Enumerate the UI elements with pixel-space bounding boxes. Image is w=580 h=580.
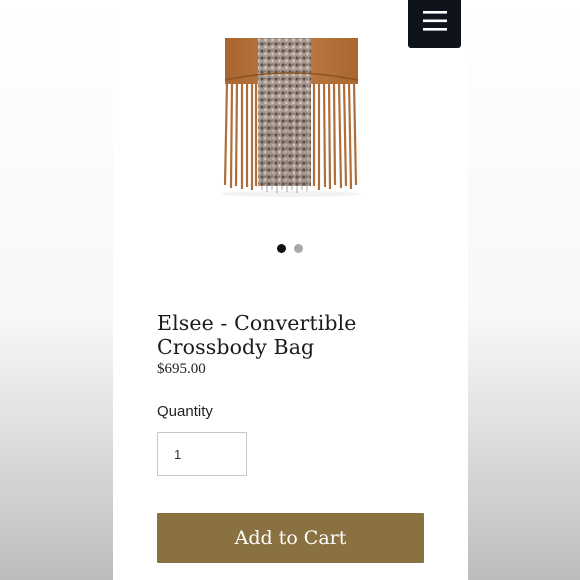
quantity-label: Quantity xyxy=(157,403,213,420)
bag-illustration xyxy=(221,38,361,197)
gallery-dot[interactable] xyxy=(294,244,303,253)
hamburger-menu-icon xyxy=(422,11,447,31)
add-to-cart-button[interactable]: Add to Cart xyxy=(157,513,424,563)
product-image[interactable] xyxy=(155,0,425,205)
product-page: Elsee - Convertible Crossbody Bag $695.0… xyxy=(113,0,468,580)
gallery-pagination xyxy=(113,244,468,254)
menu-button[interactable] xyxy=(408,0,461,48)
product-title: Elsee - Convertible Crossbody Bag xyxy=(157,311,357,359)
product-price: $695.00 xyxy=(157,361,206,377)
quantity-input[interactable] xyxy=(157,432,247,476)
left-backdrop xyxy=(0,0,113,580)
gallery-dot-active[interactable] xyxy=(277,244,286,253)
right-backdrop xyxy=(468,0,580,580)
